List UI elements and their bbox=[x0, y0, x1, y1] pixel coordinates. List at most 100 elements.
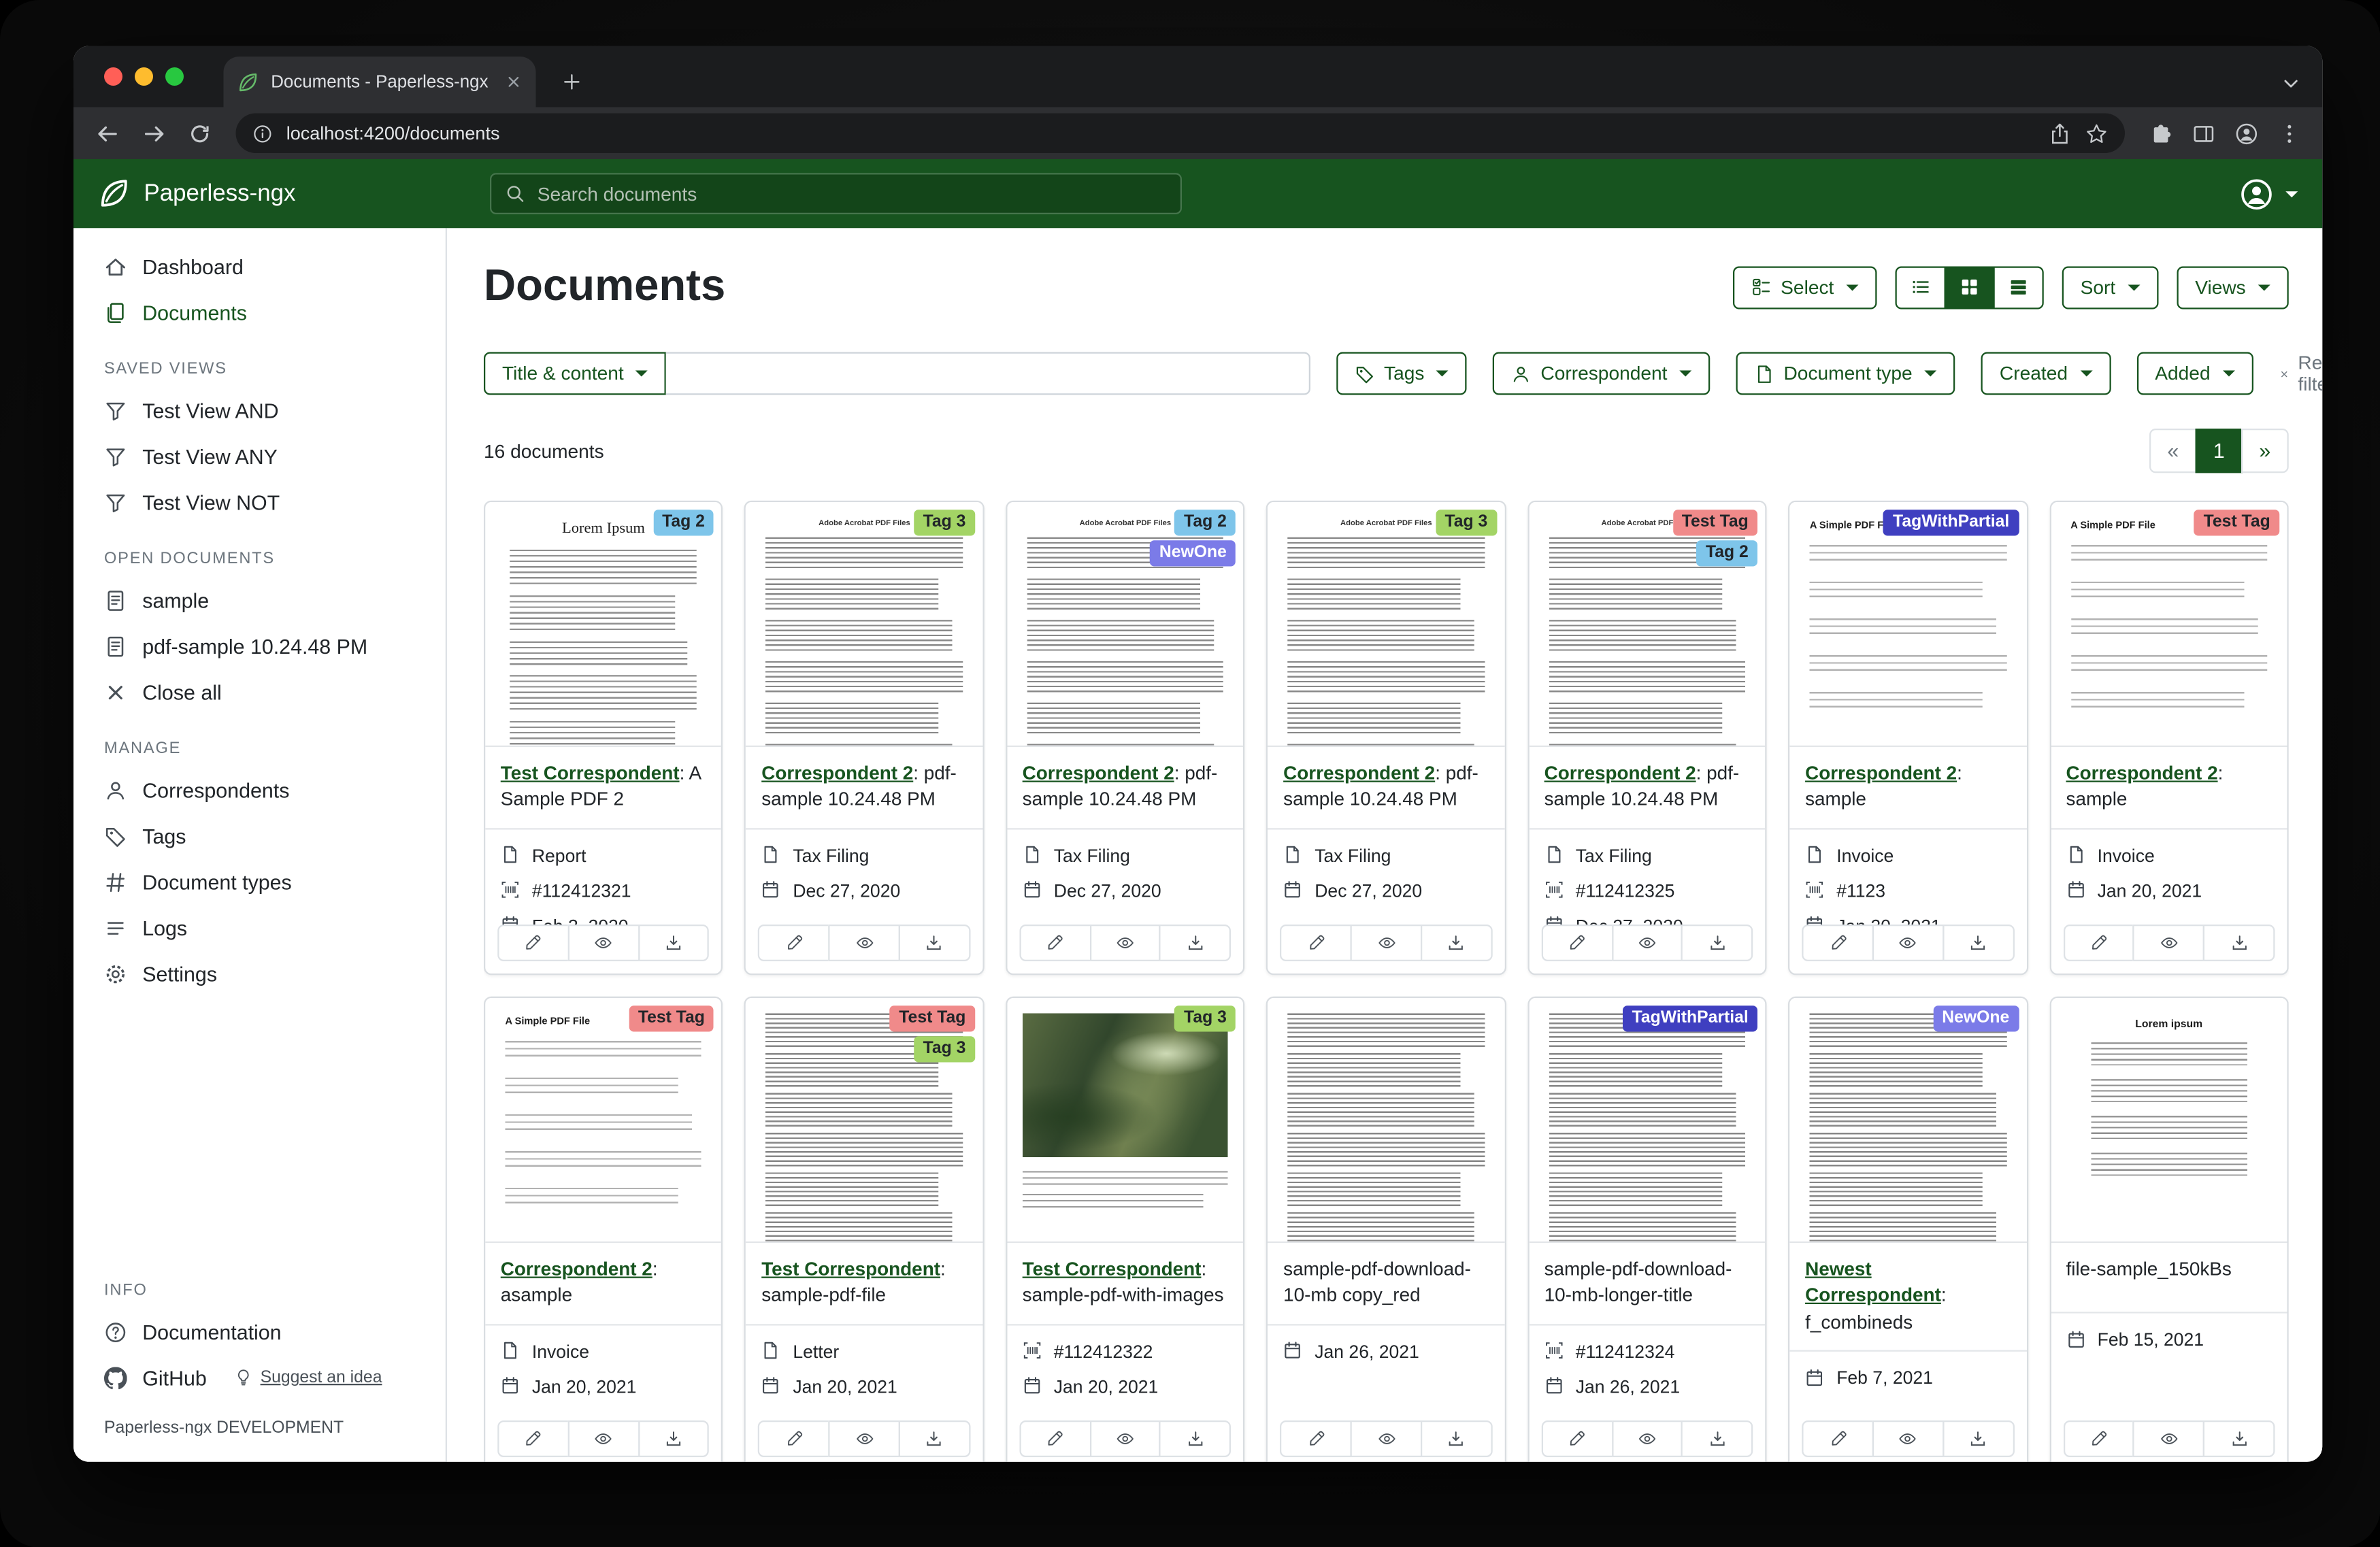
document-card[interactable]: Adobe Acrobat PDF Files Tag 3 Correspond… bbox=[744, 501, 984, 976]
tag-badge[interactable]: Tag 2 bbox=[1175, 510, 1236, 535]
close-window-button[interactable] bbox=[104, 67, 122, 86]
download-button[interactable] bbox=[1159, 1420, 1231, 1457]
menu-kebab-icon[interactable] bbox=[2278, 122, 2301, 145]
side-panel-icon[interactable] bbox=[2192, 122, 2215, 145]
document-card[interactable]: NewOne Newest Correspondent: f_combineds… bbox=[1788, 997, 2028, 1462]
forward-button[interactable] bbox=[135, 115, 171, 152]
tag-badge[interactable]: Test Tag bbox=[890, 1005, 975, 1031]
suggest-idea-link[interactable]: Suggest an idea bbox=[234, 1369, 382, 1387]
document-card[interactable]: A Simple PDF File Test Tag Correspondent… bbox=[484, 997, 723, 1462]
pagination-page-button[interactable]: 1 bbox=[2196, 429, 2243, 473]
card-preview[interactable]: Test TagTag 3 bbox=[746, 998, 982, 1243]
pagination-next-button[interactable]: » bbox=[2241, 429, 2289, 473]
minimize-window-button[interactable] bbox=[135, 67, 153, 86]
tag-badge[interactable]: TagWithPartial bbox=[1623, 1005, 1757, 1031]
edit-button[interactable] bbox=[1280, 1420, 1352, 1457]
sidebar-item-tags[interactable]: Tags bbox=[73, 813, 446, 859]
card-preview[interactable]: Adobe Acrobat PDF Files Tag 2NewOne bbox=[1007, 502, 1243, 747]
correspondent-link[interactable]: Newest Correspondent bbox=[1805, 1259, 1941, 1307]
document-card[interactable]: Adobe Acrobat PDF Files Tag 3 Correspond… bbox=[1266, 501, 1506, 976]
tag-badge[interactable]: TagWithPartial bbox=[1884, 510, 2019, 535]
tag-badge[interactable]: Tag 3 bbox=[1175, 1005, 1236, 1031]
edit-button[interactable] bbox=[759, 925, 830, 961]
search-input[interactable] bbox=[538, 183, 1167, 205]
view-button[interactable] bbox=[1611, 925, 1683, 961]
edit-button[interactable] bbox=[1541, 925, 1613, 961]
views-button[interactable]: Views bbox=[2177, 265, 2289, 308]
edit-button[interactable] bbox=[2063, 925, 2134, 961]
sidebar-item-github[interactable]: GitHub Suggest an idea bbox=[73, 1354, 446, 1401]
view-button[interactable] bbox=[2133, 1420, 2204, 1457]
sidebar-item-dashboard[interactable]: Dashboard bbox=[73, 244, 446, 290]
sidebar-item-open-doc-sample[interactable]: sample bbox=[73, 577, 446, 623]
tag-badge[interactable]: Test Tag bbox=[2194, 510, 2279, 535]
edit-button[interactable] bbox=[1802, 925, 1874, 961]
tab-search-button[interactable] bbox=[2281, 73, 2301, 93]
download-button[interactable] bbox=[1681, 1420, 1753, 1457]
correspondent-link[interactable]: Correspondent 2 bbox=[2066, 763, 2218, 784]
view-button[interactable] bbox=[1872, 925, 1944, 961]
download-button[interactable] bbox=[1421, 1420, 1492, 1457]
card-title[interactable]: Newest Correspondent: f_combineds bbox=[1790, 1243, 2026, 1352]
download-button[interactable] bbox=[1943, 1420, 2014, 1457]
card-title[interactable]: Test Correspondent: A Sample PDF 2 bbox=[485, 747, 721, 829]
view-button[interactable] bbox=[829, 1420, 900, 1457]
card-preview[interactable]: Adobe Acrobat PDF Files Tag 3 bbox=[746, 502, 982, 747]
card-preview[interactable]: NewOne bbox=[1790, 998, 2026, 1243]
download-button[interactable] bbox=[899, 925, 970, 961]
card-title[interactable]: Correspondent 2: pdf-sample 10.24.48 PM bbox=[1529, 747, 1765, 829]
tag-badge[interactable]: Tag 2 bbox=[1696, 540, 1757, 566]
view-mode-details-button[interactable] bbox=[1895, 265, 1945, 308]
sidebar-item-logs[interactable]: Logs bbox=[73, 905, 446, 951]
card-preview[interactable]: A Simple PDF File Test Tag bbox=[2051, 502, 2287, 747]
user-menu[interactable] bbox=[2240, 177, 2298, 211]
document-card[interactable]: sample-pdf-download-10-mb copy_red Jan 2… bbox=[1266, 997, 1506, 1462]
card-preview[interactable]: A Simple PDF File TagWithPartial bbox=[1790, 502, 2026, 747]
card-title[interactable]: Correspondent 2: sample bbox=[1790, 747, 2026, 829]
view-button[interactable] bbox=[567, 925, 639, 961]
back-button[interactable] bbox=[89, 115, 126, 152]
edit-button[interactable] bbox=[1802, 1420, 1874, 1457]
correspondent-link[interactable]: Correspondent 2 bbox=[501, 1259, 652, 1280]
card-title[interactable]: Correspondent 2: sample bbox=[2051, 747, 2287, 829]
sort-button[interactable]: Sort bbox=[2062, 265, 2159, 308]
tag-badge[interactable]: Test Tag bbox=[629, 1005, 714, 1031]
select-button[interactable]: Select bbox=[1733, 265, 1877, 308]
download-button[interactable] bbox=[1943, 925, 2014, 961]
sidebar-item-settings[interactable]: Settings bbox=[73, 950, 446, 997]
tags-filter-button[interactable]: Tags bbox=[1336, 352, 1467, 395]
card-title[interactable]: Correspondent 2: pdf-sample 10.24.48 PM bbox=[1007, 747, 1243, 829]
correspondent-filter-button[interactable]: Correspondent bbox=[1493, 352, 1710, 395]
document-card[interactable]: Tag 3 Test Correspondent: sample-pdf-wit… bbox=[1006, 997, 1245, 1462]
card-title[interactable]: Correspondent 2: asample bbox=[485, 1243, 721, 1325]
card-preview[interactable]: Adobe Acrobat PDF Files Test TagTag 2 bbox=[1529, 502, 1765, 747]
document-card[interactable]: Adobe Acrobat PDF Files Tag 2NewOne Corr… bbox=[1006, 501, 1245, 976]
sidebar-item-test-view-and[interactable]: Test View AND bbox=[73, 387, 446, 433]
download-button[interactable] bbox=[2203, 925, 2275, 961]
edit-button[interactable] bbox=[1019, 925, 1091, 961]
view-button[interactable] bbox=[1351, 1420, 1422, 1457]
pagination-prev-button[interactable]: « bbox=[2149, 429, 2197, 473]
view-button[interactable] bbox=[2133, 925, 2204, 961]
correspondent-link[interactable]: Correspondent 2 bbox=[1023, 763, 1174, 784]
created-filter-button[interactable]: Created bbox=[1981, 352, 2111, 395]
sidebar-item-test-view-any[interactable]: Test View ANY bbox=[73, 433, 446, 480]
new-tab-button[interactable] bbox=[555, 65, 589, 99]
card-preview[interactable]: TagWithPartial bbox=[1529, 998, 1765, 1243]
sidebar-item-documents[interactable]: Documents bbox=[73, 289, 446, 335]
tag-badge[interactable]: NewOne bbox=[1150, 540, 1236, 566]
edit-button[interactable] bbox=[1541, 1420, 1613, 1457]
tag-badge[interactable]: Tag 2 bbox=[653, 510, 714, 535]
correspondent-link[interactable]: Correspondent 2 bbox=[1805, 763, 1957, 784]
view-button[interactable] bbox=[1089, 1420, 1161, 1457]
share-icon[interactable] bbox=[2049, 122, 2072, 145]
download-button[interactable] bbox=[638, 925, 709, 961]
edit-button[interactable] bbox=[497, 1420, 569, 1457]
edit-button[interactable] bbox=[1019, 1420, 1091, 1457]
sidebar-item-documentation[interactable]: Documentation bbox=[73, 1309, 446, 1355]
view-button[interactable] bbox=[1351, 925, 1422, 961]
edit-button[interactable] bbox=[497, 925, 569, 961]
document-card[interactable]: TagWithPartial sample-pdf-download-10-mb… bbox=[1527, 997, 1767, 1462]
view-mode-grid-button[interactable] bbox=[1944, 265, 1994, 308]
card-title[interactable]: sample-pdf-download-10-mb copy_red bbox=[1268, 1243, 1504, 1325]
